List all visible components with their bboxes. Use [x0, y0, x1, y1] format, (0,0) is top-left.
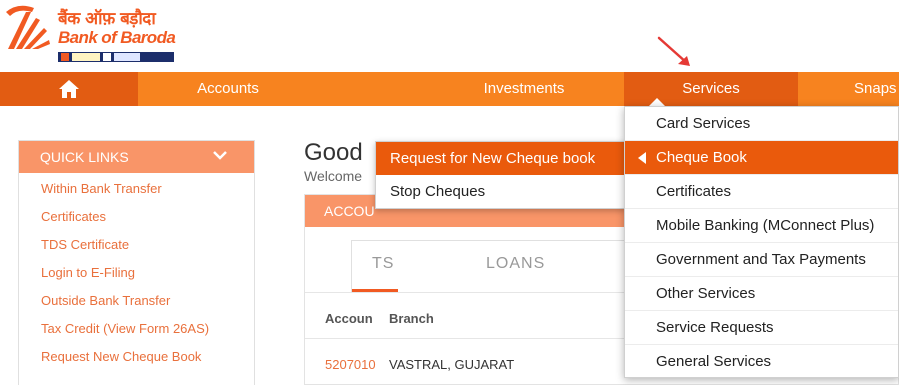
- menu-item-mobile-banking[interactable]: Mobile Banking (MConnect Plus): [625, 209, 898, 243]
- cheque-book-submenu: Request for New Cheque book Stop Cheques: [375, 141, 626, 209]
- header: बैंक ऑफ़ बड़ौदा Bank of Baroda: [0, 0, 899, 72]
- pointer-arrow-icon: [657, 36, 690, 66]
- quick-link-tax-credit[interactable]: Tax Credit (View Form 26AS): [19, 315, 254, 343]
- tab-loans[interactable]: LOANS: [486, 241, 545, 292]
- submenu-stop-cheques[interactable]: Stop Cheques: [376, 175, 625, 208]
- bank-logo[interactable]: बैंक ऑफ़ बड़ौदा Bank of Baroda: [4, 4, 176, 66]
- quick-link-certificates[interactable]: Certificates: [19, 203, 254, 231]
- main-nav: Accounts Investments Services Snaps: [0, 72, 899, 106]
- menu-item-certificates[interactable]: Certificates: [625, 175, 898, 209]
- greeting-text: Good: [304, 139, 363, 166]
- nav-snapshot[interactable]: Snaps: [838, 72, 899, 106]
- menu-item-government-tax-payments[interactable]: Government and Tax Payments: [625, 243, 898, 277]
- column-header-account: Accoun: [325, 311, 373, 326]
- bank-name-english: Bank of Baroda: [58, 28, 176, 47]
- tab-deposits[interactable]: TS: [352, 241, 398, 292]
- quick-links-header[interactable]: QUICK LINKS: [19, 141, 254, 173]
- chevron-down-icon[interactable]: [212, 147, 228, 163]
- quick-link-e-filing[interactable]: Login to E-Filing: [19, 259, 254, 287]
- quick-links-title: QUICK LINKS: [40, 149, 129, 165]
- account-tabs: TS LOANS: [351, 240, 671, 292]
- menu-item-general-services[interactable]: General Services: [625, 345, 898, 379]
- branch-cell: VASTRAL, GUJARAT: [389, 357, 515, 372]
- logo-tagline-strip: [58, 52, 174, 62]
- caret-left-icon: [638, 152, 646, 164]
- baroda-sun-logo-icon: [6, 5, 50, 49]
- welcome-text: Welcome: [304, 168, 363, 184]
- nav-accounts[interactable]: Accounts: [138, 72, 318, 106]
- home-icon: [59, 80, 79, 98]
- quick-link-request-cheque-book[interactable]: Request New Cheque Book: [19, 343, 254, 371]
- quick-link-within-bank-transfer[interactable]: Within Bank Transfer: [19, 175, 254, 203]
- nav-home-button[interactable]: [0, 72, 138, 106]
- services-dropdown: Card Services Cheque Book Certificates M…: [624, 106, 899, 378]
- menu-item-card-services[interactable]: Card Services: [625, 107, 898, 141]
- submenu-request-new-cheque-book[interactable]: Request for New Cheque book: [376, 142, 625, 175]
- quick-links-list: Within Bank Transfer Certificates TDS Ce…: [19, 173, 254, 371]
- menu-item-service-requests[interactable]: Service Requests: [625, 311, 898, 345]
- menu-item-other-services[interactable]: Other Services: [625, 277, 898, 311]
- quick-links-panel: QUICK LINKS Within Bank Transfer Certifi…: [18, 140, 255, 385]
- menu-item-cheque-book-label: Cheque Book: [656, 149, 747, 166]
- menu-item-cheque-book[interactable]: Cheque Book: [625, 141, 898, 175]
- nav-investments[interactable]: Investments: [440, 72, 608, 106]
- bank-name-hindi: बैंक ऑफ़ बड़ौदा: [58, 9, 156, 29]
- quick-link-outside-bank-transfer[interactable]: Outside Bank Transfer: [19, 287, 254, 315]
- quick-link-tds-certificate[interactable]: TDS Certificate: [19, 231, 254, 259]
- account-number-link[interactable]: 5207010: [325, 357, 377, 372]
- column-header-branch: Branch: [389, 311, 434, 326]
